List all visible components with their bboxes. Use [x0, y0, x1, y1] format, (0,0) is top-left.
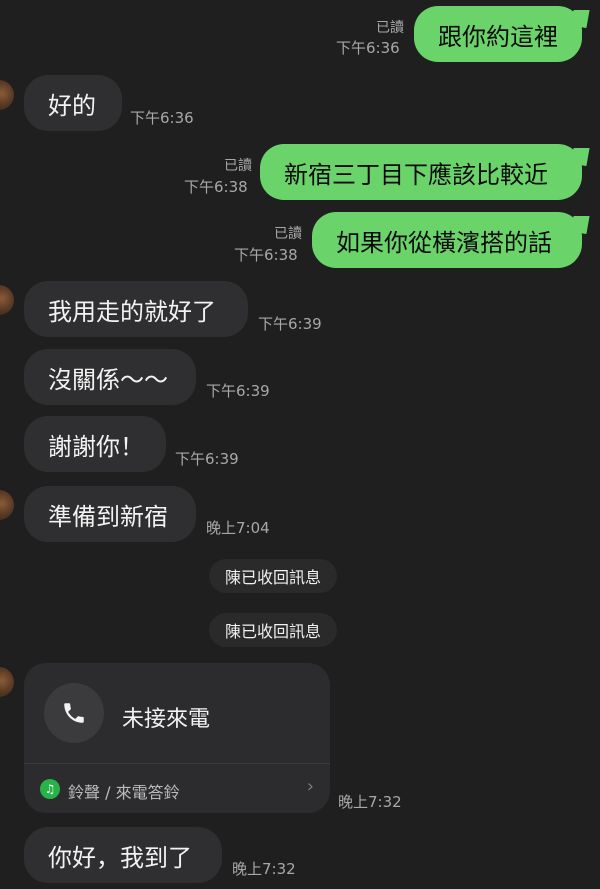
avatar[interactable]: [0, 80, 14, 110]
incoming-message-bubble[interactable]: 你好，我到了: [24, 827, 222, 883]
read-receipt: 已讀: [274, 226, 302, 242]
ringtone-link[interactable]: 鈴聲 / 來電答鈴: [68, 779, 180, 803]
message-time: 下午6:39: [175, 450, 239, 468]
message-text: 跟你約這裡: [438, 22, 558, 51]
divider: [24, 763, 330, 764]
message-text: 謝謝你！: [48, 432, 144, 461]
outgoing-message-bubble[interactable]: 如果你從橫濱搭的話: [312, 212, 582, 268]
message-time: 下午6:36: [336, 39, 400, 57]
system-message-text: 陳已收回訊息: [225, 568, 322, 587]
system-message-unsent: 陳已收回訊息: [209, 613, 338, 647]
music-note-icon: ♫: [40, 779, 60, 799]
chevron-right-icon[interactable]: ›: [307, 776, 314, 797]
system-message-text: 陳已收回訊息: [225, 622, 322, 641]
missed-call-card[interactable]: 未接來電 ♫ 鈴聲 / 來電答鈴 ›: [24, 663, 330, 813]
message-time: 下午6:39: [258, 315, 322, 333]
incoming-message-bubble[interactable]: 準備到新宿: [24, 486, 196, 542]
message-text: 如果你從橫濱搭的話: [336, 228, 552, 257]
avatar[interactable]: [0, 285, 14, 315]
message-time: 下午6:38: [234, 246, 298, 264]
message-text: 我用走的就好了: [48, 297, 216, 326]
message-time: 下午6:38: [184, 178, 248, 196]
outgoing-message-bubble[interactable]: 跟你約這裡: [414, 6, 582, 62]
message-text: 你好，我到了: [48, 843, 192, 872]
incoming-message-bubble[interactable]: 沒關係～～: [24, 349, 196, 405]
read-receipt: 已讀: [224, 158, 252, 174]
avatar[interactable]: [0, 667, 14, 697]
message-text: 好的: [48, 91, 96, 120]
read-receipt: 已讀: [376, 20, 404, 36]
phone-icon: [64, 703, 84, 723]
phone-icon-button[interactable]: [44, 683, 104, 743]
message-text: 新宿三丁目下應該比較近: [284, 160, 548, 189]
message-text: 準備到新宿: [48, 502, 168, 531]
avatar[interactable]: [0, 490, 14, 520]
system-message-unsent: 陳已收回訊息: [209, 559, 338, 593]
incoming-message-bubble[interactable]: 謝謝你！: [24, 416, 166, 472]
outgoing-message-bubble[interactable]: 新宿三丁目下應該比較近: [260, 144, 582, 200]
message-time: 晚上7:04: [206, 519, 270, 537]
missed-call-title: 未接來電: [122, 707, 211, 732]
message-text: 沒關係～～: [48, 365, 168, 394]
incoming-message-bubble[interactable]: 我用走的就好了: [24, 281, 248, 337]
message-time: 晚上7:32: [232, 860, 296, 878]
incoming-message-bubble[interactable]: 好的: [24, 75, 122, 131]
message-time: 下午6:36: [130, 109, 194, 127]
message-time: 下午6:39: [206, 382, 270, 400]
message-time: 晚上7:32: [338, 793, 402, 811]
